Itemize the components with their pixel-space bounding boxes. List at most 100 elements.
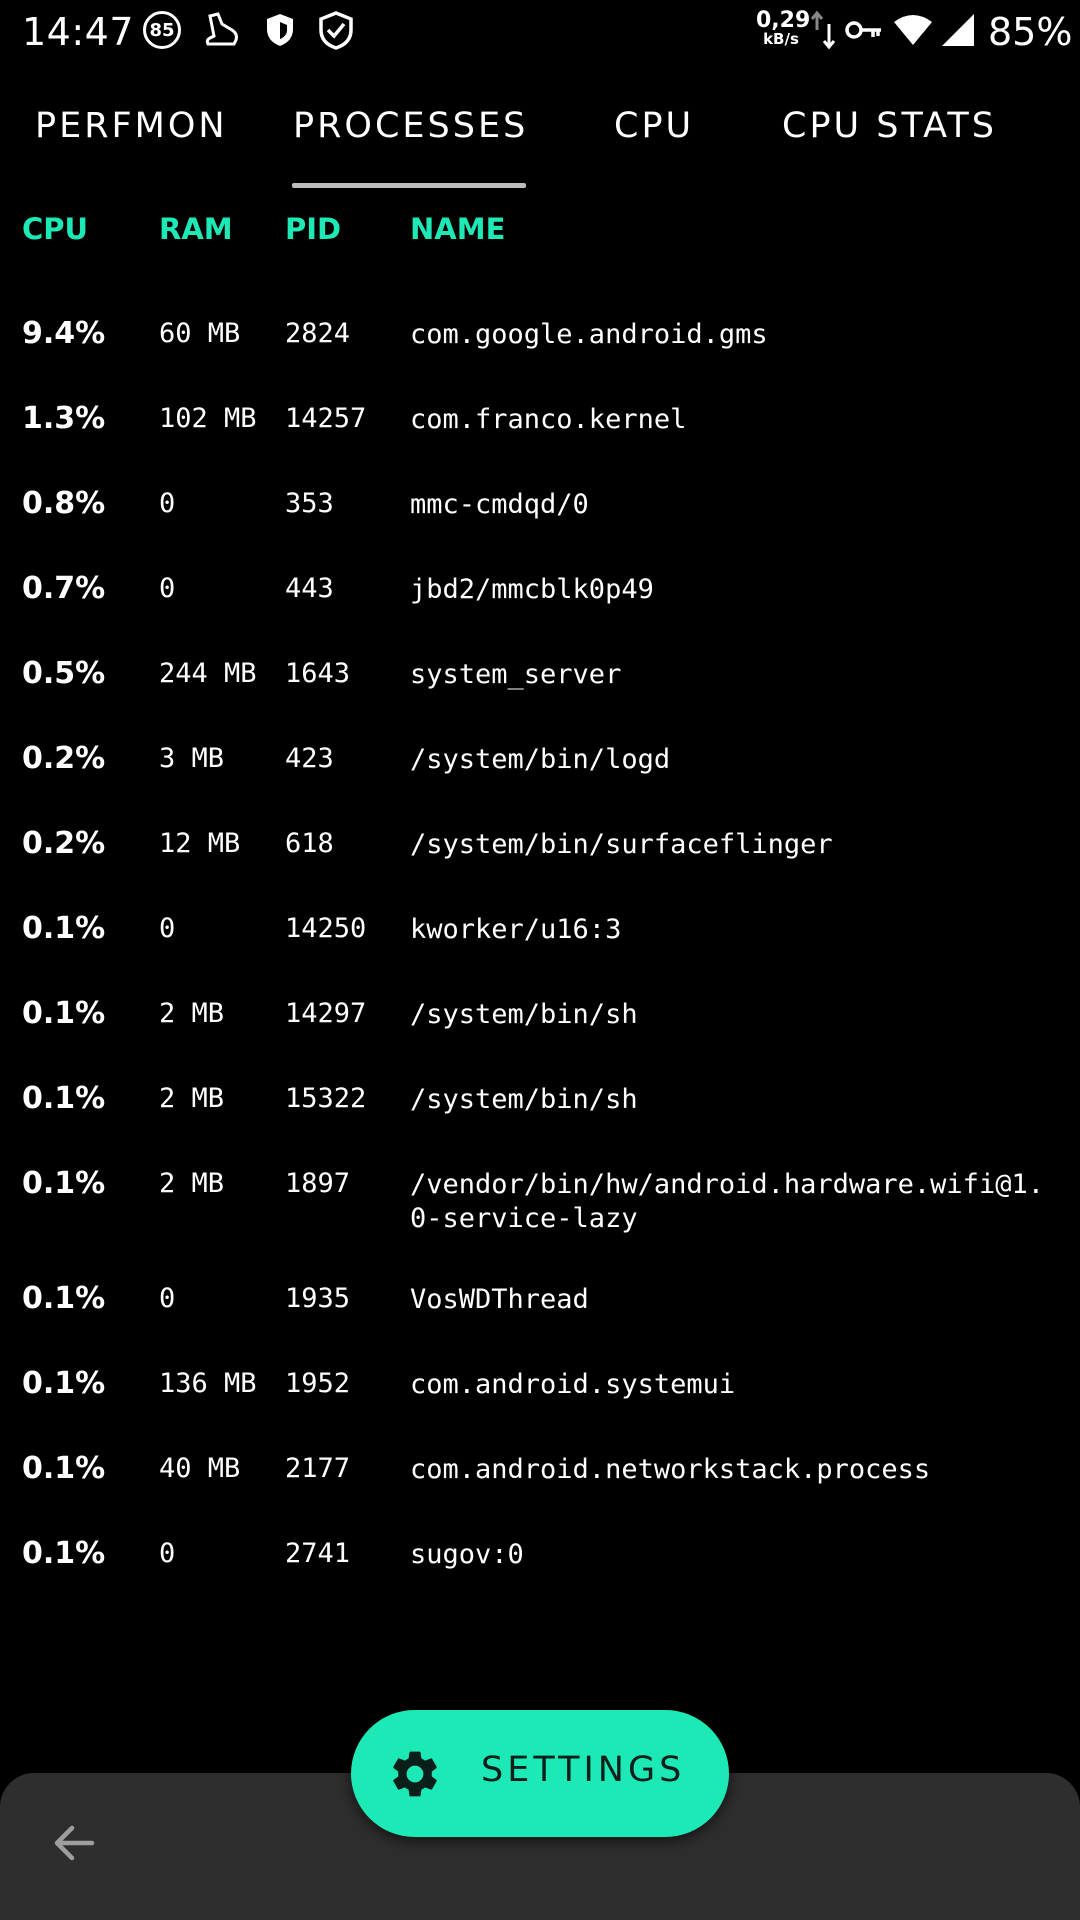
process-row[interactable]: 0.1% 40 MB 2177 com.android.networkstack… [0, 1435, 1080, 1520]
ram-value: 12 MB [159, 828, 241, 859]
cpu-value: 0.2% [22, 741, 106, 776]
shoe-icon [200, 8, 244, 52]
cpu-value: 0.1% [22, 1081, 106, 1116]
process-row[interactable]: 0.2% 12 MB 618 /system/bin/surfaceflinge… [0, 810, 1080, 895]
tab-perfmon[interactable]: PERFMON [35, 106, 228, 146]
process-name: /system/bin/logd [410, 744, 671, 775]
net-speed-unit: kB/s [763, 30, 799, 48]
process-row[interactable]: 1.3% 102 MB 14257 com.franco.kernel [0, 385, 1080, 470]
pid-value: 14257 [285, 403, 367, 434]
cpu-value: 0.7% [22, 571, 106, 606]
pid-value: 14297 [285, 998, 367, 1029]
process-name: com.android.networkstack.process [410, 1454, 931, 1485]
process-row[interactable]: 0.1% 0 1935 VosWDThread [0, 1265, 1080, 1350]
pid-value: 2177 [285, 1453, 351, 1484]
process-row[interactable]: 0.1% 2 MB 15322 /system/bin/sh [0, 1065, 1080, 1150]
ram-value: 0 [159, 1283, 176, 1314]
settings-label: SETTINGS [481, 1750, 686, 1790]
process-name: system_server [410, 659, 622, 690]
process-row[interactable]: 0.1% 136 MB 1952 com.android.systemui [0, 1350, 1080, 1435]
key-icon [844, 8, 884, 52]
column-header-name[interactable]: NAME [410, 212, 505, 246]
cpu-value: 0.1% [22, 1366, 106, 1401]
ram-value: 102 MB [159, 403, 257, 434]
cpu-value: 0.1% [22, 1451, 106, 1486]
tab-cpu-stats[interactable]: CPU STATS [782, 106, 997, 146]
process-name: kworker/u16:3 [410, 914, 622, 945]
table-header: CPU RAM PID NAME [0, 212, 1080, 262]
pid-value: 353 [285, 488, 334, 519]
battery-percent: 85% [988, 10, 1073, 54]
ram-value: 0 [159, 913, 176, 944]
cpu-value: 0.1% [22, 996, 106, 1031]
tab-indicator [292, 183, 526, 188]
column-header-ram[interactable]: RAM [159, 212, 233, 246]
process-list: 9.4% 60 MB 2824 com.google.android.gms 1… [0, 300, 1080, 1605]
process-name: com.franco.kernel [410, 404, 687, 435]
cpu-value: 0.1% [22, 1536, 106, 1571]
ram-value: 0 [159, 573, 176, 604]
ram-value: 3 MB [159, 743, 225, 774]
cpu-value: 0.8% [22, 486, 106, 521]
ram-value: 2 MB [159, 1083, 225, 1114]
pid-value: 14250 [285, 913, 367, 944]
column-header-pid[interactable]: PID [285, 212, 341, 246]
process-name: sugov:0 [410, 1539, 524, 1570]
notification-badge-count: 85 [143, 11, 181, 49]
process-row[interactable]: 0.1% 2 MB 14297 /system/bin/sh [0, 980, 1080, 1065]
process-name: /system/bin/sh [410, 1084, 638, 1115]
process-row[interactable]: 0.5% 244 MB 1643 system_server [0, 640, 1080, 725]
cpu-value: 0.1% [22, 1166, 106, 1201]
ram-value: 136 MB [159, 1368, 257, 1399]
pid-value: 1897 [285, 1168, 351, 1199]
shield-check-icon [314, 8, 358, 52]
process-row[interactable]: 0.2% 3 MB 423 /system/bin/logd [0, 725, 1080, 810]
back-arrow-icon[interactable] [44, 1813, 104, 1873]
pid-value: 1952 [285, 1368, 351, 1399]
cpu-value: 0.1% [22, 1281, 106, 1316]
pid-value: 2824 [285, 318, 351, 349]
cpu-value: 0.1% [22, 911, 106, 946]
status-time: 14:47 [22, 10, 135, 54]
ram-value: 2 MB [159, 1168, 225, 1199]
settings-button[interactable]: SETTINGS [351, 1710, 729, 1837]
cpu-value: 1.3% [22, 401, 106, 436]
pid-value: 15322 [285, 1083, 367, 1114]
ram-value: 244 MB [159, 658, 257, 689]
net-speed-value: 0,29 [756, 8, 811, 33]
tab-processes[interactable]: PROCESSES [293, 106, 528, 146]
process-name: /system/bin/surfaceflinger [410, 829, 833, 860]
process-row[interactable]: 0.1% 0 2741 sugov:0 [0, 1520, 1080, 1605]
ram-value: 60 MB [159, 318, 241, 349]
status-bar: 14:47 85 0,29 kB/s 85% [0, 0, 1080, 64]
tab-bar: PERFMON PROCESSES CPU CPU STATS [0, 90, 1080, 190]
process-name: /system/bin/sh [410, 999, 638, 1030]
pid-value: 443 [285, 573, 334, 604]
column-header-cpu[interactable]: CPU [22, 212, 88, 246]
ram-value: 0 [159, 488, 176, 519]
process-row[interactable]: 0.7% 0 443 jbd2/mmcblk0p49 [0, 555, 1080, 640]
badge-85-icon: 85 [140, 8, 184, 52]
process-name: com.google.android.gms [410, 319, 768, 350]
shield-icon [262, 8, 298, 52]
signal-icon [940, 8, 976, 52]
process-name: jbd2/mmcblk0p49 [410, 574, 654, 605]
pid-value: 1643 [285, 658, 351, 689]
process-row[interactable]: 9.4% 60 MB 2824 com.google.android.gms [0, 300, 1080, 385]
pid-value: 618 [285, 828, 334, 859]
process-name: VosWDThread [410, 1284, 589, 1315]
tab-cpu[interactable]: CPU [614, 106, 694, 146]
pid-value: 1935 [285, 1283, 351, 1314]
gear-icon [387, 1746, 443, 1802]
ram-value: 40 MB [159, 1453, 241, 1484]
process-row[interactable]: 0.8% 0 353 mmc-cmdqd/0 [0, 470, 1080, 555]
wifi-icon [892, 8, 934, 52]
process-name: mmc-cmdqd/0 [410, 489, 589, 520]
process-name: com.android.systemui [410, 1369, 736, 1400]
process-row[interactable]: 0.1% 0 14250 kworker/u16:3 [0, 895, 1080, 980]
pid-value: 2741 [285, 1538, 351, 1569]
ram-value: 0 [159, 1538, 176, 1569]
pid-value: 423 [285, 743, 334, 774]
updown-arrows-icon [808, 8, 838, 52]
process-row[interactable]: 0.1% 2 MB 1897 /vendor/bin/hw/android.ha… [0, 1150, 1080, 1265]
